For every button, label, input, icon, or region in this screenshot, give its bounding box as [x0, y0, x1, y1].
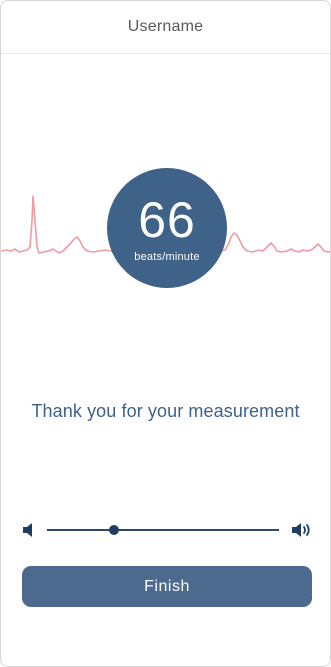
- username-title: Username: [127, 18, 204, 35]
- heart-rate-unit: beats/minute: [134, 251, 200, 263]
- finish-button[interactable]: Finish: [22, 566, 312, 607]
- heart-rate-value: 66: [138, 192, 196, 248]
- speaker-high-icon[interactable]: [291, 521, 313, 539]
- volume-control: [21, 518, 313, 542]
- header-bar: Username: [1, 1, 330, 54]
- heart-rate-display: 66 beats/minute: [107, 168, 227, 288]
- volume-slider-thumb[interactable]: [109, 525, 120, 535]
- thank-you-message: Thank you for your measurement: [31, 401, 300, 421]
- speaker-low-icon[interactable]: [21, 521, 43, 539]
- app-screen: Username 66 beats/minute Thank you for y…: [0, 0, 331, 667]
- volume-slider-track[interactable]: [47, 525, 279, 535]
